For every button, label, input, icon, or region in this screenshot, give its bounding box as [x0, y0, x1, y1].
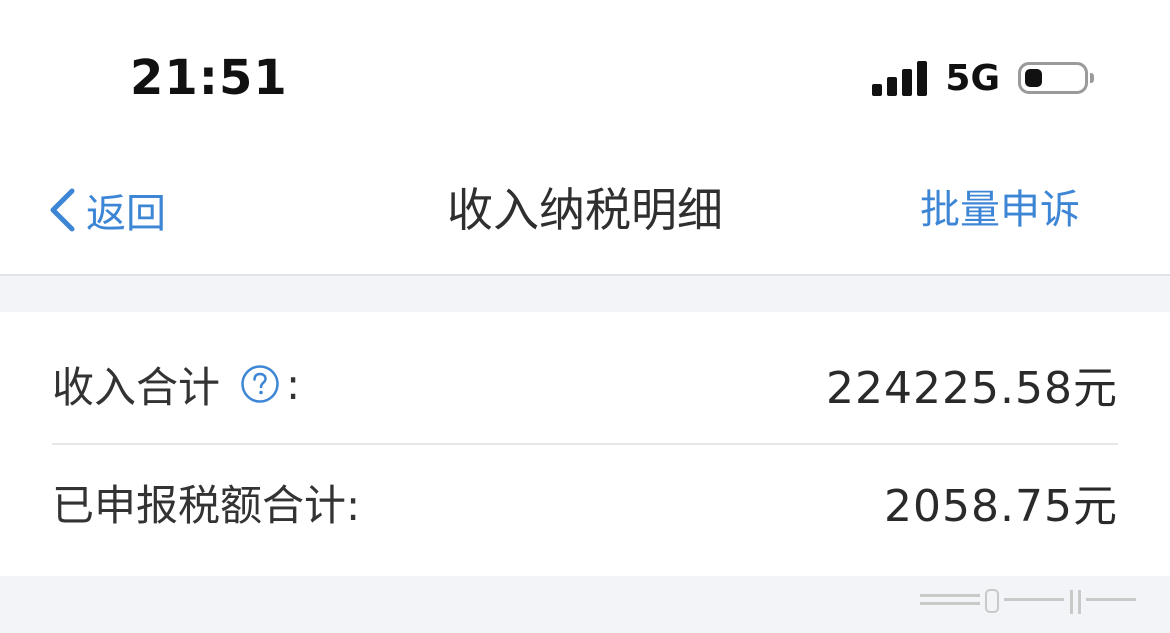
declared-tax-value: 2058.75元 [884, 481, 1118, 532]
question-circle-glyph [241, 365, 279, 403]
declared-tax-row: 已申报税额合计: 2058.75元 [52, 442, 1118, 562]
income-total-colon: : [286, 359, 301, 409]
battery-icon [1018, 62, 1094, 94]
watermark-icon [920, 589, 1136, 614]
tax-summary-card: 收入合计 : 224225.58元 已申报税额合计: 2058.75元 [0, 312, 1170, 576]
income-total-label: 收入合计 [52, 362, 221, 412]
income-total-label-group: 收入合计 : [52, 354, 300, 415]
battery-cap [1090, 73, 1094, 83]
status-indicators: 5G [872, 56, 1094, 100]
network-type: 5G [945, 57, 1000, 99]
section-separator [0, 276, 1170, 312]
navigation-bar: 返回 收入纳税明细 批量申诉 [0, 150, 1170, 276]
battery-level [1025, 69, 1042, 87]
income-total-value: 224225.58元 [826, 363, 1118, 414]
question-circle-icon[interactable] [240, 364, 280, 404]
cellular-signal-icon [872, 60, 928, 96]
status-bar: 21:51 5G [0, 0, 1170, 150]
income-total-row: 收入合计 : 224225.58元 [52, 324, 1118, 444]
status-time: 21:51 [130, 50, 288, 106]
declared-tax-label: 已申报税额合计: [52, 480, 361, 530]
batch-appeal-button[interactable]: 批量申诉 [920, 180, 1080, 240]
